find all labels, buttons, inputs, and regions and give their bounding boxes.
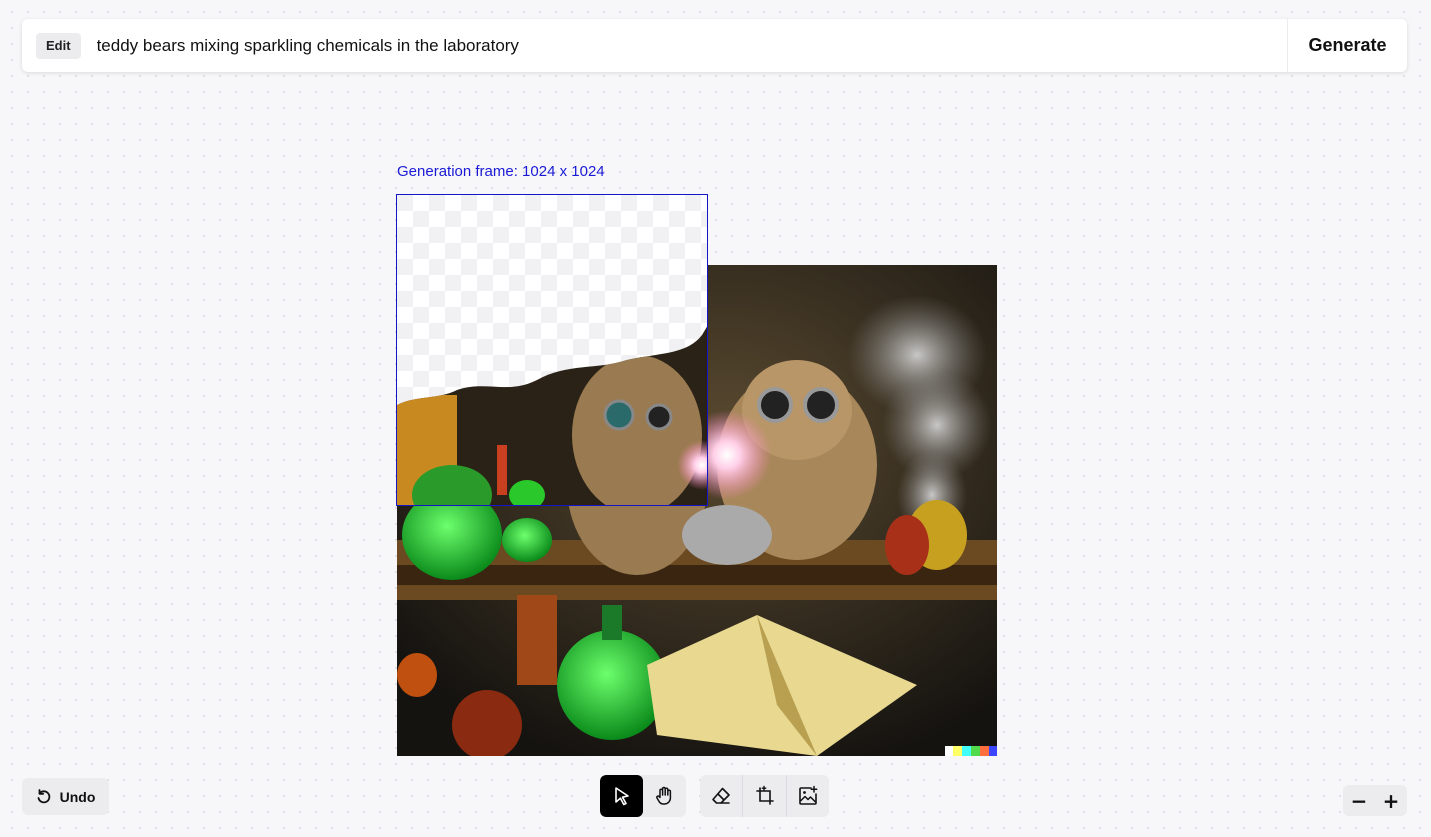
hand-icon (655, 786, 671, 805)
prompt-input[interactable] (96, 19, 1287, 72)
edit-badge[interactable]: Edit (36, 32, 81, 59)
zoom-controls: − + (1343, 785, 1407, 816)
zoom-in-button[interactable]: + (1375, 785, 1407, 816)
upload-image-tool[interactable] (787, 775, 829, 817)
undo-icon (37, 788, 50, 803)
eraser-tool[interactable] (700, 775, 742, 817)
undo-button[interactable]: Undo (22, 778, 109, 815)
add-frame-icon (755, 785, 774, 805)
add-image-icon (799, 785, 818, 805)
eraser-icon (712, 787, 730, 804)
generate-button[interactable]: Generate (1287, 19, 1407, 72)
navigation-toolbar (600, 775, 686, 817)
add-frame-tool[interactable] (743, 775, 785, 817)
generation-frame-label: Generation frame: 1024 x 1024 (397, 163, 605, 180)
transparent-area (397, 195, 708, 505)
edit-toolbar (700, 775, 829, 817)
prompt-bar: Edit Generate (22, 19, 1407, 72)
zoom-out-button[interactable]: − (1343, 785, 1375, 816)
select-tool[interactable] (600, 775, 643, 817)
undo-label: Undo (59, 788, 96, 805)
pan-tool[interactable] (643, 775, 686, 817)
cursor-arrow-icon (614, 787, 629, 806)
